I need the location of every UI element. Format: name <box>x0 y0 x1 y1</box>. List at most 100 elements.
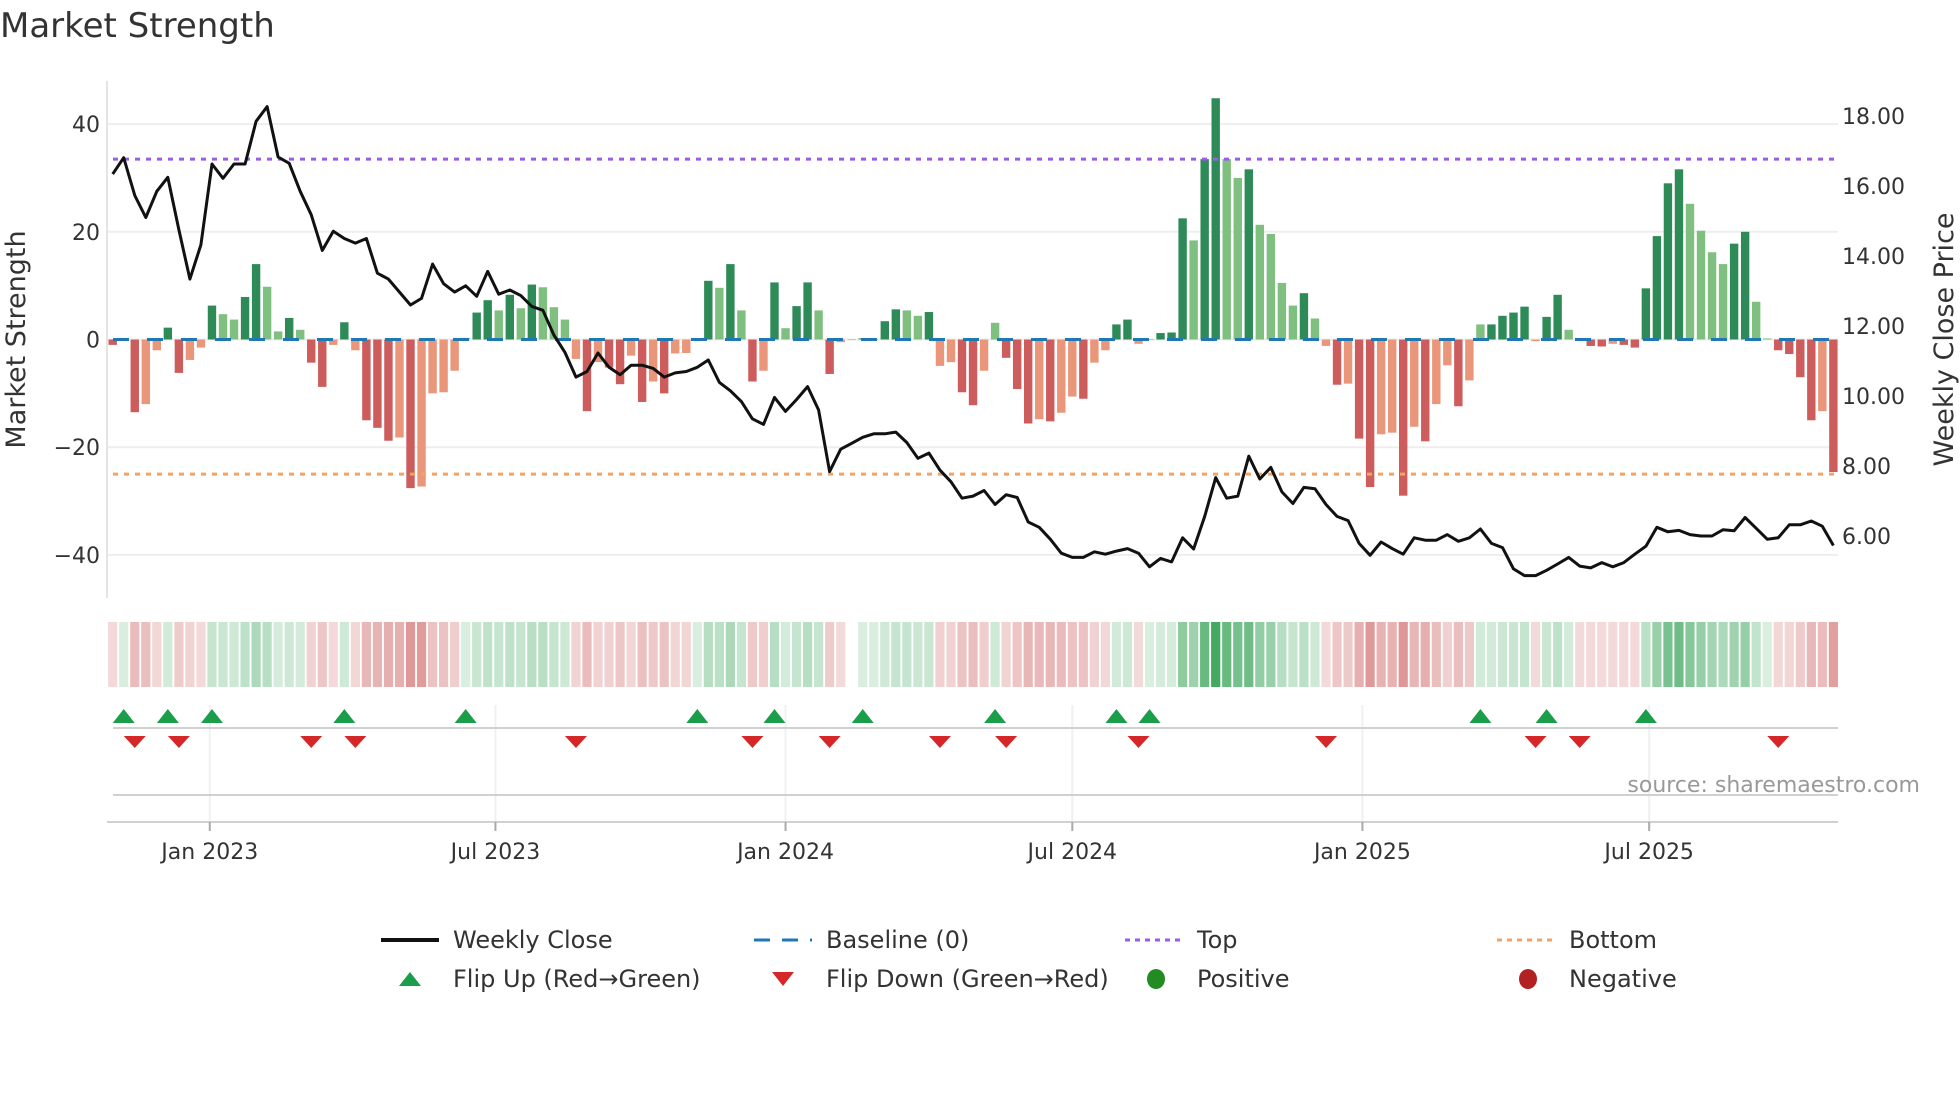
strength-bar <box>1068 339 1077 397</box>
strength-bar <box>1354 339 1364 439</box>
strength-bar <box>516 308 526 340</box>
y-tick-label: −40 <box>54 544 100 569</box>
strength-bar <box>1751 301 1761 340</box>
reference-lines <box>113 157 1838 476</box>
strip-cell <box>1144 622 1155 687</box>
flip-up-marker <box>1105 709 1128 723</box>
strip-cell <box>902 622 912 687</box>
strip-cell <box>1564 622 1574 687</box>
strip-cell <box>825 622 835 687</box>
flip-down-marker <box>1315 736 1337 748</box>
strength-bar <box>637 339 647 402</box>
strength-bar <box>1774 339 1783 351</box>
strip-cell <box>780 622 791 687</box>
flip-down-marker <box>564 736 587 748</box>
strip-cell <box>383 622 394 687</box>
strength-bar <box>1112 324 1121 340</box>
flip-down-marker <box>1524 736 1547 748</box>
legend-top: Top <box>1125 923 1238 957</box>
strip-cell <box>1773 622 1783 687</box>
strip-cell <box>836 622 846 687</box>
strength-bar <box>737 310 746 340</box>
strip-cell <box>791 622 802 687</box>
strip-cell <box>1078 622 1088 687</box>
strip-cell <box>880 622 890 687</box>
strength-bar <box>351 339 360 351</box>
strength-bar <box>1410 339 1419 427</box>
legend-label: Flip Up (Red→Green) <box>453 965 701 993</box>
strip-cell <box>891 622 901 687</box>
strip-cell <box>328 622 338 687</box>
strip-cell <box>1321 622 1331 687</box>
strength-bar <box>571 339 581 359</box>
strip-cell <box>119 622 129 687</box>
flip-down-marker <box>1127 736 1150 748</box>
strength-bar <box>1090 339 1099 363</box>
strength-bar <box>494 310 503 340</box>
flip-up-marker <box>112 709 135 723</box>
strength-bar <box>1740 231 1750 340</box>
strength-bar <box>990 322 1000 340</box>
strength-bar <box>163 327 173 340</box>
strip-cell <box>1575 622 1585 687</box>
strength-bar <box>1244 169 1253 340</box>
strip-cell <box>659 622 669 687</box>
strength-bar <box>1663 183 1673 340</box>
strength-bar <box>1421 339 1430 442</box>
strength-bar <box>1829 339 1838 472</box>
strength-bar <box>1046 339 1055 422</box>
strip-cell <box>1674 622 1684 687</box>
strength-bar <box>373 339 382 428</box>
strip-cell <box>1707 622 1717 687</box>
strip-cell <box>1387 622 1397 687</box>
strip-cell <box>372 622 383 687</box>
strength-bar <box>152 339 162 351</box>
strip-cell <box>1023 622 1033 687</box>
y-tick-label: 20 <box>72 221 100 246</box>
strength-bar <box>1520 306 1529 340</box>
strength-bar <box>1211 98 1220 340</box>
strength-bar <box>748 339 757 382</box>
strength-bar <box>1718 264 1728 340</box>
legend-label: Bottom <box>1569 926 1658 954</box>
flip-up-marker <box>156 709 179 723</box>
strip-cell <box>262 622 272 687</box>
strength-bar <box>1674 169 1684 340</box>
strip-cell <box>615 622 625 687</box>
strip-cell <box>229 622 239 687</box>
strip-cell <box>1089 622 1099 687</box>
strength-bar <box>1443 339 1452 366</box>
strip-cell <box>1332 622 1342 687</box>
strip-cell <box>472 622 482 687</box>
strength-bar <box>417 339 426 487</box>
strip-cell <box>549 622 559 687</box>
strip-cell <box>207 622 217 687</box>
strip-cell <box>1817 622 1827 687</box>
strip-cell <box>1420 622 1430 687</box>
strength-bar <box>527 284 537 340</box>
strength-bar <box>671 339 680 354</box>
strip-cell <box>869 622 879 687</box>
strip-cell <box>990 622 1000 687</box>
strip-cell <box>405 622 416 687</box>
strip-cell <box>1178 622 1188 687</box>
strength-bar <box>1465 339 1474 381</box>
strength-bar <box>1509 312 1518 340</box>
strip-cell <box>946 622 956 687</box>
flip-up-marker <box>1138 709 1161 723</box>
line-dotted-orange-icon <box>1497 938 1555 942</box>
strip-cell <box>1310 622 1320 687</box>
strip-cell <box>527 622 537 687</box>
strip-cell <box>1012 622 1022 687</box>
strip-cell <box>979 622 989 687</box>
strip-cell <box>1211 622 1221 687</box>
strip-cell <box>681 622 691 687</box>
strip-cell <box>747 622 758 687</box>
strength-bar <box>1001 339 1011 358</box>
flip-down-marker <box>1767 736 1790 748</box>
strength-bar <box>682 339 691 353</box>
x-tick-label: Jan 2023 <box>159 840 258 865</box>
strength-bar <box>803 282 812 340</box>
y2-tick-label: 14.00 <box>1842 245 1905 270</box>
strength-bar <box>1079 339 1088 399</box>
